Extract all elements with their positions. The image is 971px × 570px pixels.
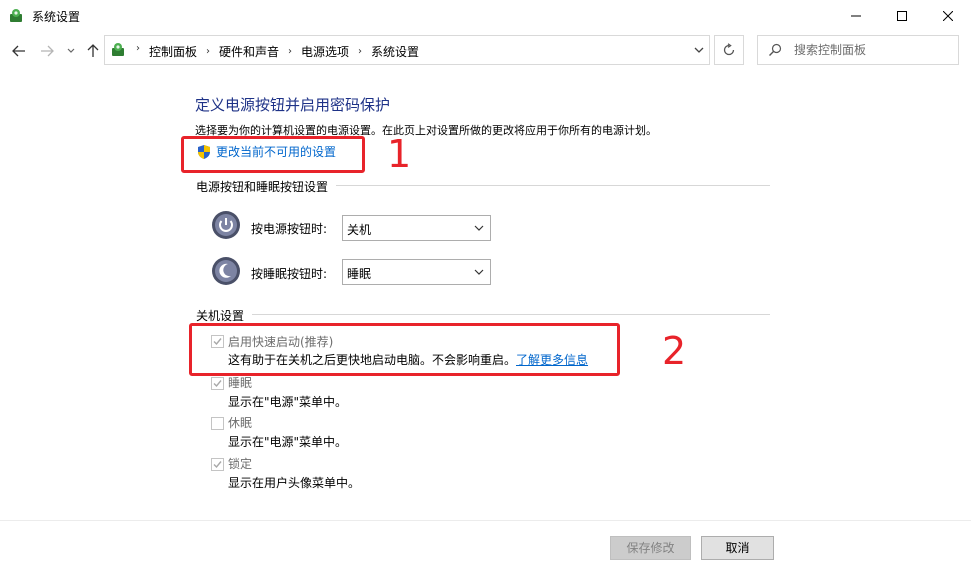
minimize-button[interactable] (833, 0, 879, 32)
footer-bar: 保存修改 取消 (0, 520, 971, 570)
group-divider (336, 185, 770, 186)
power-buttons-heading: 电源按钮和睡眠按钮设置 (196, 180, 329, 194)
search-input[interactable] (794, 42, 954, 58)
control-panel-icon (10, 9, 22, 22)
forward-button[interactable] (38, 42, 56, 60)
breadcrumb-separator[interactable]: › (358, 46, 362, 57)
breadcrumb-hardware-sound[interactable]: 硬件和声音 (219, 43, 279, 60)
cancel-button[interactable]: 取消 (701, 536, 774, 560)
control-panel-icon (112, 43, 124, 56)
checkmark-icon (213, 461, 222, 469)
maximize-button[interactable] (879, 0, 925, 32)
title-bar: 系统设置 (0, 0, 971, 32)
sleep-option-description: 显示在"电源"菜单中。 (228, 395, 348, 409)
search-icon (769, 43, 782, 56)
close-button[interactable] (925, 0, 971, 32)
chevron-down-icon[interactable] (693, 45, 705, 55)
recent-locations-button[interactable] (62, 42, 80, 60)
sleep-button-value: 睡眠 (347, 267, 372, 281)
hibernate-checkbox[interactable] (211, 417, 224, 430)
sleep-checkbox[interactable] (211, 377, 224, 390)
arrow-right-icon (41, 45, 54, 57)
lock-option-label: 锁定 (228, 457, 253, 471)
breadcrumb-separator[interactable]: › (206, 46, 210, 57)
refresh-icon (723, 43, 735, 56)
sleep-button-label: 按睡眠按钮时: (251, 267, 328, 281)
maximize-icon (897, 11, 907, 21)
breadcrumb-system-settings[interactable]: 系统设置 (371, 43, 419, 60)
power-button-label: 按电源按钮时: (251, 222, 328, 236)
breadcrumb-power-options[interactable]: 电源选项 (301, 43, 349, 60)
arrow-up-icon (87, 44, 99, 57)
shutdown-heading: 关机设置 (196, 309, 245, 323)
chevron-down-icon (474, 269, 484, 275)
up-button[interactable] (84, 42, 102, 60)
save-changes-button[interactable]: 保存修改 (610, 536, 691, 560)
power-button-select[interactable]: 关机 (342, 215, 491, 241)
annotation-number-1: 1 (387, 132, 412, 176)
breadcrumb-control-panel[interactable]: 控制面板 (149, 43, 197, 60)
breadcrumb-separator[interactable]: › (288, 46, 292, 57)
close-icon (943, 11, 953, 21)
search-box[interactable] (757, 35, 959, 65)
checkmark-icon (213, 380, 222, 388)
annotation-box-1 (181, 136, 365, 173)
annotation-number-2: 2 (662, 329, 687, 373)
chevron-down-icon (67, 48, 75, 53)
hibernate-option-label: 休眠 (228, 416, 253, 430)
group-divider (252, 314, 770, 315)
page-title: 定义电源按钮并启用密码保护 (195, 96, 391, 114)
chevron-down-icon (474, 225, 484, 231)
sleep-button-select[interactable]: 睡眠 (342, 259, 491, 285)
lock-option-description: 显示在用户头像菜单中。 (228, 476, 361, 490)
sleep-option-label: 睡眠 (228, 376, 253, 390)
breadcrumb: 控制面板 › 硬件和声音 › 电源选项 › 系统设置 (149, 43, 419, 60)
power-button-value: 关机 (347, 223, 372, 237)
back-button[interactable] (10, 42, 28, 60)
sleep-button-icon (212, 257, 240, 285)
refresh-button[interactable] (714, 35, 744, 65)
hibernate-option-description: 显示在"电源"菜单中。 (228, 435, 348, 449)
power-button-icon (212, 211, 240, 239)
arrow-left-icon (12, 45, 25, 57)
lock-checkbox[interactable] (211, 458, 224, 471)
window-title: 系统设置 (32, 10, 81, 24)
minimize-icon (851, 15, 861, 17)
annotation-box-2 (189, 323, 620, 376)
address-bar[interactable]: › 控制面板 › 硬件和声音 › 电源选项 › 系统设置 (104, 35, 710, 65)
navigation-bar: › 控制面板 › 硬件和声音 › 电源选项 › 系统设置 (0, 32, 971, 70)
breadcrumb-separator[interactable]: › (136, 43, 140, 54)
